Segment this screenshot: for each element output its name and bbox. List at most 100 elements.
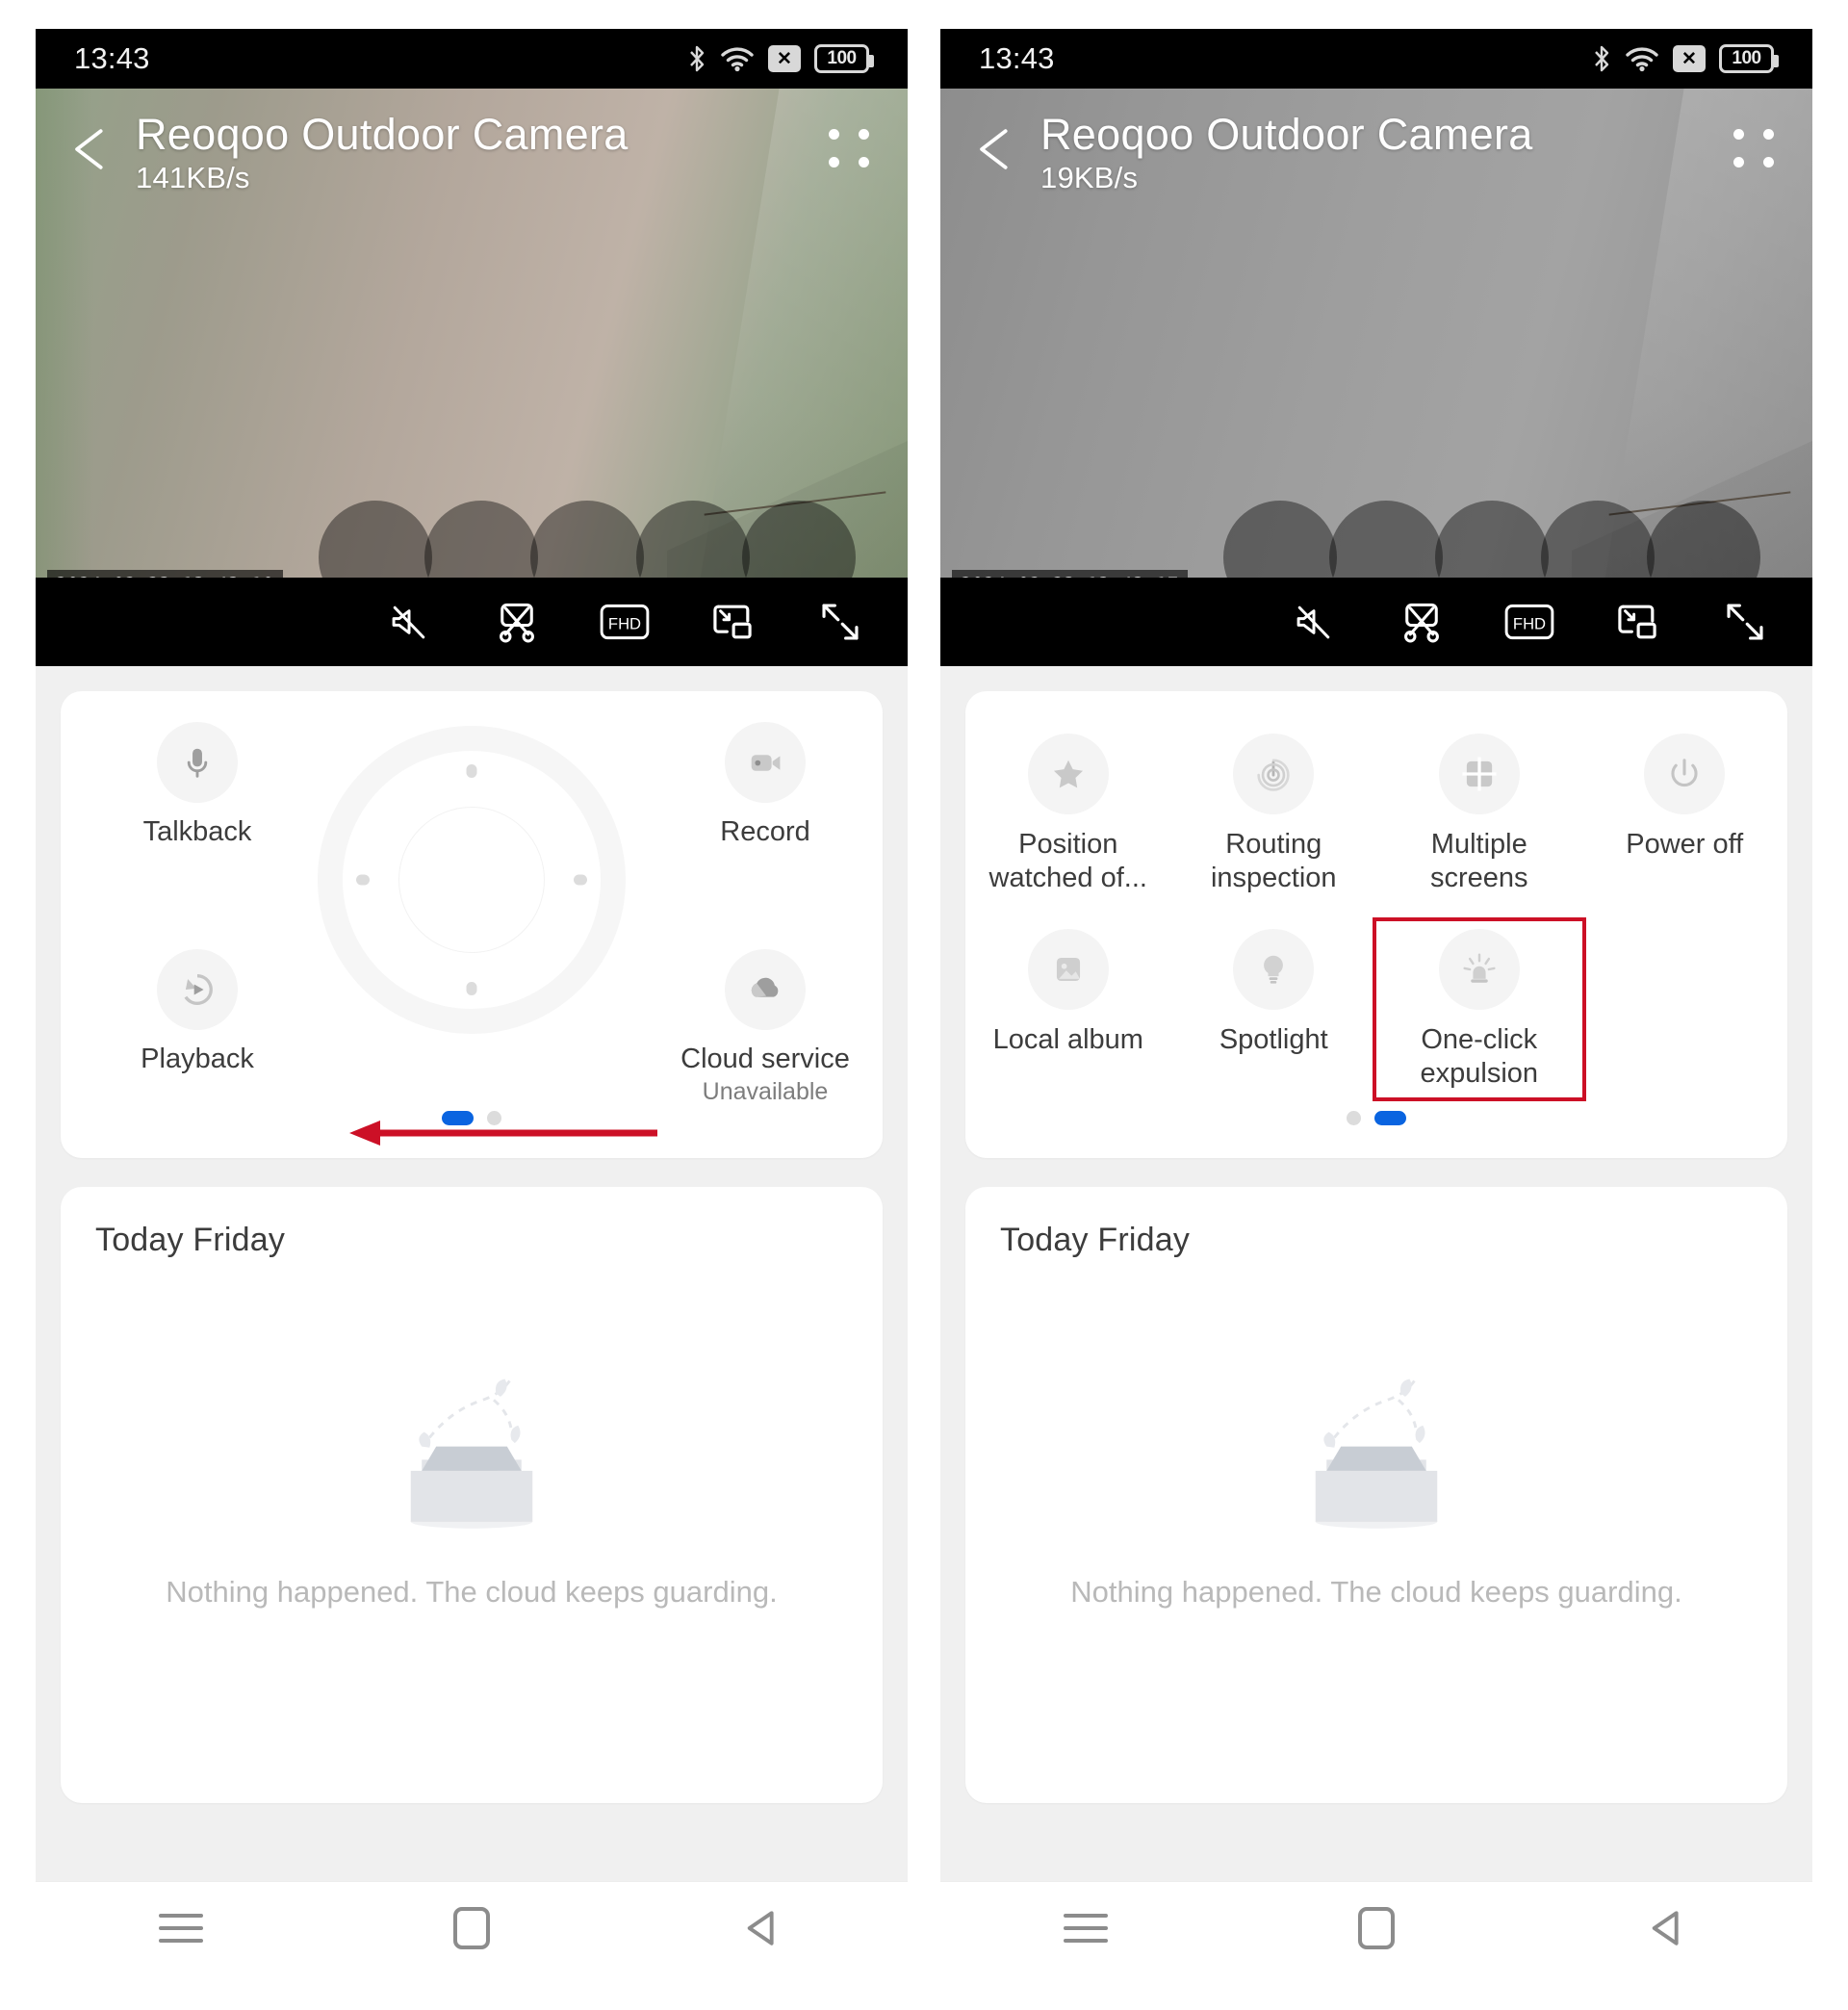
multiscreen-icon xyxy=(1438,734,1520,814)
home-square-glyph xyxy=(453,1906,490,1949)
status-time: 13:43 xyxy=(979,41,1055,75)
screen-body-right: Position watched of... Routing inspectio… xyxy=(940,666,1812,1803)
swipe-left-annotation-arrow xyxy=(349,1121,657,1146)
svg-text:FHD: FHD xyxy=(1513,614,1546,632)
menu-dot xyxy=(1733,157,1744,168)
ptz-joystick[interactable] xyxy=(318,726,626,1034)
menu-dot xyxy=(1763,157,1774,168)
ptz-down-dot[interactable] xyxy=(466,982,477,995)
function-label: Power off xyxy=(1626,829,1744,860)
overflow-menu[interactable] xyxy=(1733,129,1778,175)
function-multiple-screens[interactable]: Multiple screens xyxy=(1376,726,1582,902)
events-card-right: Today Friday Nothing happened. The cloud… xyxy=(965,1187,1787,1803)
function-local-album[interactable]: Local album xyxy=(965,921,1171,1097)
video-preview-right[interactable]: Reoqoo Outdoor Camera 19KB/s 2024-02-23 … xyxy=(940,89,1812,666)
home-nav-icon[interactable] xyxy=(1335,1898,1418,1958)
function-routing-inspection[interactable]: Routing inspection xyxy=(1171,726,1377,902)
screenshot-stage: 13:43 ✕ 100 Reoqoo Outdoor Camera 141KB/… xyxy=(0,0,1848,2010)
empty-message: Nothing happened. The cloud keeps guardi… xyxy=(166,1575,778,1609)
x-badge-icon: ✕ xyxy=(768,45,801,72)
empty-state: Nothing happened. The cloud keeps guardi… xyxy=(965,1331,1787,1610)
status-bar: 13:43 ✕ 100 xyxy=(940,29,1812,89)
empty-inbox-illustration xyxy=(1315,1377,1438,1529)
status-time: 13:43 xyxy=(74,41,150,75)
mute-icon[interactable] xyxy=(1287,595,1341,649)
function-label: Spotlight xyxy=(1219,1023,1328,1055)
ptz-up-dot[interactable] xyxy=(466,764,477,778)
control-record[interactable]: Record xyxy=(669,722,861,848)
status-icon-group: ✕ 100 xyxy=(1592,44,1779,73)
microphone-icon xyxy=(157,722,238,803)
page-dot-active[interactable] xyxy=(1374,1111,1406,1125)
video-camera-icon xyxy=(725,722,806,803)
page-title: Reoqoo Outdoor Camera xyxy=(1040,110,1533,159)
ptz-right-dot[interactable] xyxy=(574,874,587,886)
page-title: Reoqoo Outdoor Camera xyxy=(136,110,629,159)
video-preview-left[interactable]: Reoqoo Outdoor Camera 141KB/s 2024-02-23… xyxy=(36,89,908,666)
screen-left: 13:43 ✕ 100 Reoqoo Outdoor Camera 141KB/… xyxy=(36,29,908,1973)
control-label: Talkback xyxy=(142,816,252,847)
control-label: Cloud service xyxy=(680,1044,850,1074)
back-arrow[interactable] xyxy=(64,121,120,177)
back-triangle-glyph xyxy=(1652,1910,1679,1946)
empty-message: Nothing happened. The cloud keeps guardi… xyxy=(1070,1575,1682,1609)
back-nav-icon[interactable] xyxy=(721,1898,804,1958)
mute-icon[interactable] xyxy=(382,595,436,649)
quality-fhd-button[interactable]: FHD xyxy=(598,595,652,649)
fullscreen-icon[interactable] xyxy=(1718,595,1772,649)
cloud-icon xyxy=(725,949,806,1030)
menu-dot xyxy=(829,157,839,168)
control-talkback[interactable]: Talkback xyxy=(101,722,294,848)
quality-fhd-button[interactable]: FHD xyxy=(1502,595,1556,649)
clip-icon[interactable] xyxy=(1395,595,1449,649)
battery-icon: 100 xyxy=(814,44,874,73)
function-label: Position watched of... xyxy=(988,829,1147,894)
back-triangle-glyph xyxy=(747,1910,774,1946)
back-arrow[interactable] xyxy=(969,121,1025,177)
x-badge-icon: ✕ xyxy=(1673,45,1706,72)
android-nav-bar-right xyxy=(940,1881,1812,1973)
control-playback[interactable]: Playback xyxy=(101,949,294,1075)
home-square-glyph xyxy=(1358,1906,1395,1949)
video-header: Reoqoo Outdoor Camera 141KB/s xyxy=(36,89,908,195)
function-label: Multiple screens xyxy=(1429,829,1528,894)
function-position-watched[interactable]: Position watched of... xyxy=(965,726,1171,902)
back-nav-icon[interactable] xyxy=(1626,1898,1708,1958)
ptz-left-dot[interactable] xyxy=(356,874,370,886)
control-cloud-service[interactable]: Cloud service Unavailable xyxy=(669,949,861,1106)
screen-body-left: Talkback Record Playback Cloud service U… xyxy=(36,666,908,1803)
hamburger-glyph xyxy=(1064,1905,1108,1951)
video-header: Reoqoo Outdoor Camera 19KB/s xyxy=(940,89,1812,195)
hamburger-glyph xyxy=(159,1905,203,1951)
svg-text:FHD: FHD xyxy=(608,614,641,632)
star-icon xyxy=(1027,734,1109,814)
function-one-click-expulsion[interactable]: One-click expulsion xyxy=(1373,916,1586,1101)
control-label: Playback xyxy=(141,1044,254,1074)
status-icon-group: ✕ 100 xyxy=(687,44,874,73)
menu-dot xyxy=(859,129,869,140)
picture-in-picture-icon[interactable] xyxy=(706,595,759,649)
function-grid: Position watched of... Routing inspectio… xyxy=(965,726,1788,1101)
battery-icon: 100 xyxy=(1719,44,1779,73)
page-dot[interactable] xyxy=(1347,1111,1361,1125)
fullscreen-icon[interactable] xyxy=(813,595,867,649)
function-power-off[interactable]: Power off xyxy=(1582,726,1788,902)
lightbulb-icon xyxy=(1233,928,1315,1010)
overflow-menu[interactable] xyxy=(829,129,873,175)
bitrate-label: 141KB/s xyxy=(136,161,250,195)
menu-dot xyxy=(859,157,869,168)
menu-nav-icon[interactable] xyxy=(1044,1898,1127,1958)
empty-state: Nothing happened. The cloud keeps guardi… xyxy=(61,1331,883,1610)
bluetooth-icon xyxy=(690,45,705,72)
menu-dot xyxy=(1763,129,1774,140)
function-spotlight[interactable]: Spotlight xyxy=(1171,921,1377,1097)
control-sublabel: Unavailable xyxy=(702,1078,829,1105)
function-label: One-click expulsion xyxy=(1420,1023,1539,1090)
menu-nav-icon[interactable] xyxy=(140,1898,222,1958)
home-nav-icon[interactable] xyxy=(430,1898,513,1958)
picture-in-picture-icon[interactable] xyxy=(1610,595,1664,649)
ptz-inner-ring xyxy=(398,807,545,953)
clip-icon[interactable] xyxy=(490,595,544,649)
function-empty-slot xyxy=(1582,921,1788,1097)
power-icon xyxy=(1644,734,1726,814)
